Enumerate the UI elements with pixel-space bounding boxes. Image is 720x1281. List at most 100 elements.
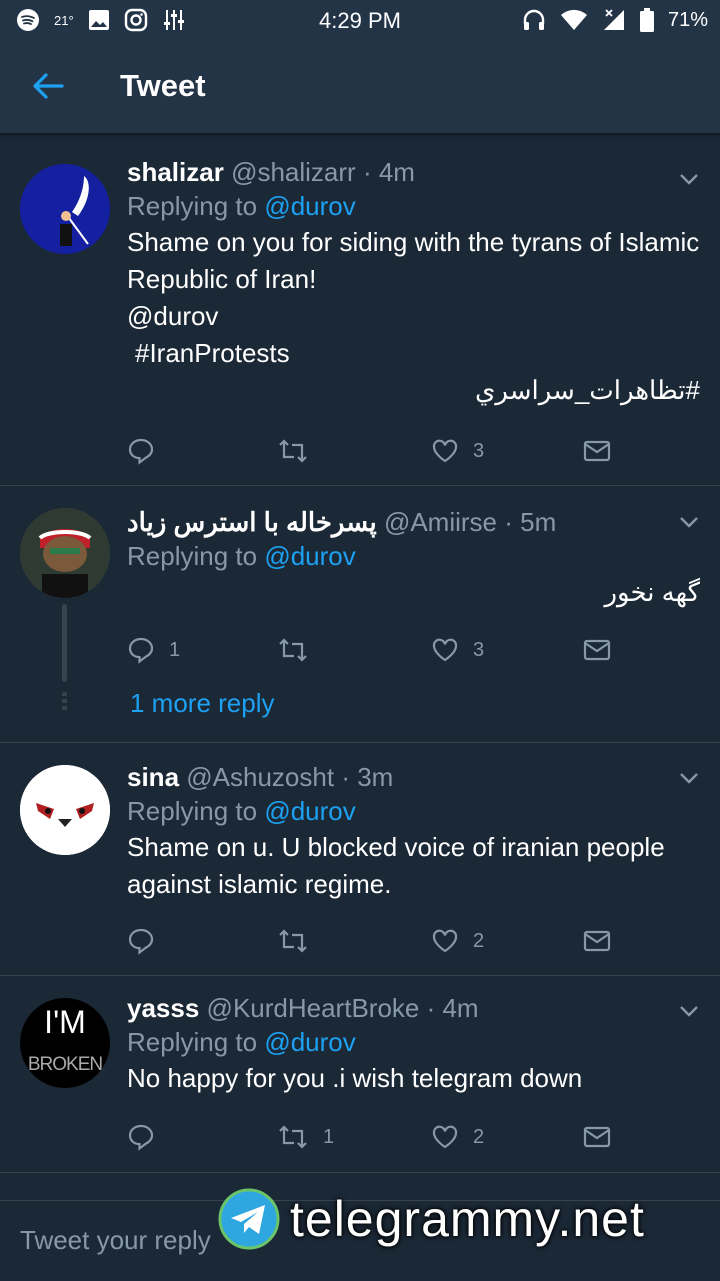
wifi-icon	[560, 9, 587, 30]
display-name[interactable]: sina	[127, 762, 179, 792]
share-button[interactable]	[583, 1120, 611, 1154]
retweet-icon	[279, 638, 307, 662]
retweet-button[interactable]	[277, 924, 323, 958]
reply-icon	[128, 637, 154, 664]
tweet-time: · 4m	[362, 157, 415, 187]
user-handle[interactable]: @Amiirse	[384, 507, 497, 537]
replying-label: Replying to	[127, 796, 258, 826]
chevron-down-icon[interactable]	[678, 1000, 700, 1022]
user-handle[interactable]: @Ashuzosht	[186, 762, 334, 792]
retweet-button[interactable]	[277, 434, 323, 468]
tweet-actions: 3	[127, 434, 627, 468]
replying-to: Replying to @durov	[127, 793, 700, 829]
tweet-header: sina @Ashuzosht · 3m	[127, 761, 700, 793]
replying-handle[interactable]: @durov	[264, 191, 355, 221]
avatar-text-top: I'M	[44, 1004, 86, 1040]
retweet-icon	[279, 929, 307, 953]
avatar-illustration	[20, 164, 110, 254]
replying-handle[interactable]: @durov	[264, 1027, 355, 1057]
telegram-logo-icon	[218, 1188, 280, 1250]
tweet-item[interactable]: I'M BROKEN yasss @KurdHeartBroke · 4m Re…	[0, 976, 720, 1173]
avatar[interactable]	[20, 164, 110, 254]
like-button[interactable]: 2	[431, 1120, 484, 1154]
hashtag-fa-link[interactable]: #تظاهرات_سراسري	[127, 372, 700, 409]
reply-button[interactable]	[127, 924, 169, 958]
chevron-down-icon[interactable]	[678, 511, 700, 533]
share-button[interactable]	[583, 633, 611, 667]
tweet-text: گهه نخور	[604, 577, 700, 607]
avatar[interactable]: I'M BROKEN	[20, 998, 110, 1088]
back-arrow-icon[interactable]	[30, 68, 66, 104]
hashtag-link[interactable]: #IranProtests	[127, 335, 700, 372]
replying-label: Replying to	[127, 1027, 258, 1057]
user-handle[interactable]: @KurdHeartBroke	[207, 993, 420, 1023]
reply-input[interactable]: Tweet your reply	[20, 1225, 211, 1256]
replying-label: Replying to	[127, 191, 258, 221]
reply-icon	[128, 928, 154, 955]
thread-dots	[62, 692, 67, 712]
like-button[interactable]: 3	[431, 633, 484, 667]
reply-button[interactable]	[127, 434, 169, 468]
avatar-illustration	[20, 508, 110, 598]
mail-icon	[583, 1126, 611, 1148]
chevron-down-icon[interactable]	[678, 767, 700, 789]
tweet-item[interactable]: shalizar @shalizarr · 4m Replying to @du…	[0, 144, 720, 486]
page-title: Tweet	[120, 68, 206, 103]
avatar-text-bottom: BROKEN	[27, 1054, 103, 1075]
chevron-down-icon[interactable]	[678, 168, 700, 190]
heart-icon	[432, 638, 458, 662]
retweet-button[interactable]: 1	[277, 1120, 334, 1154]
replying-to: Replying to @durov	[127, 1024, 700, 1060]
share-button[interactable]	[583, 434, 611, 468]
user-handle[interactable]: @shalizarr	[231, 157, 356, 187]
mail-icon	[583, 440, 611, 462]
battery-text: 71%	[667, 8, 708, 31]
retweet-icon	[279, 1125, 307, 1149]
more-replies-link[interactable]: 1 more reply	[130, 688, 275, 719]
watermark-text: telegrammy.net	[290, 1191, 645, 1247]
tweet-item[interactable]: پسرخاله با استرس زیاد @Amiirse · 5m Repl…	[0, 486, 720, 743]
reply-count: 1	[169, 638, 181, 661]
heart-icon	[432, 439, 458, 463]
tweet-header: yasss @KurdHeartBroke · 4m	[127, 992, 700, 1024]
replying-handle[interactable]: @durov	[264, 796, 355, 826]
tweet-actions: 1 2	[127, 1120, 627, 1154]
avatar[interactable]	[20, 508, 110, 598]
heart-icon	[432, 1125, 458, 1149]
reply-icon	[128, 438, 154, 465]
mail-icon	[583, 639, 611, 661]
retweet-button[interactable]	[277, 633, 323, 667]
retweet-icon	[279, 439, 307, 463]
thread-line	[62, 604, 67, 682]
display-name[interactable]: yasss	[127, 993, 199, 1023]
reply-button[interactable]: 1	[127, 633, 180, 667]
display-name[interactable]: shalizar	[127, 157, 224, 187]
replying-to: Replying to @durov	[127, 538, 700, 574]
like-count: 2	[473, 929, 485, 952]
like-count: 3	[473, 638, 485, 661]
reply-button[interactable]	[127, 1120, 169, 1154]
replying-handle[interactable]: @durov	[264, 541, 355, 571]
share-button[interactable]	[583, 924, 611, 958]
signal-icon	[603, 9, 624, 30]
like-button[interactable]: 2	[431, 924, 484, 958]
status-bar: 21° 4:29 PM 71%	[0, 0, 720, 40]
mention-link[interactable]: @durov	[127, 298, 700, 335]
display-name[interactable]: پسرخاله با استرس زیاد	[127, 507, 377, 537]
app-bar: Tweet	[0, 40, 720, 133]
avatar-illustration	[20, 765, 110, 855]
like-button[interactable]: 3	[431, 434, 484, 468]
tweet-item[interactable]: sina @Ashuzosht · 3m Replying to @durov …	[0, 743, 720, 976]
watermark: telegrammy.net	[218, 1188, 645, 1250]
tweet-text: No happy for you .i wish telegram down	[127, 1063, 583, 1093]
tweet-text: Shame on u. U blocked voice of iranian p…	[127, 832, 665, 899]
like-count: 3	[473, 439, 485, 462]
avatar[interactable]	[20, 765, 110, 855]
tweet-time: · 5m	[504, 507, 557, 537]
battery-icon	[639, 8, 654, 32]
replying-label: Replying to	[127, 541, 258, 571]
mail-icon	[583, 930, 611, 952]
tweet-header: پسرخاله با استرس زیاد @Amiirse · 5m	[127, 506, 700, 538]
tweet-time: · 3m	[341, 762, 394, 792]
tweet-actions: 2	[127, 924, 627, 958]
